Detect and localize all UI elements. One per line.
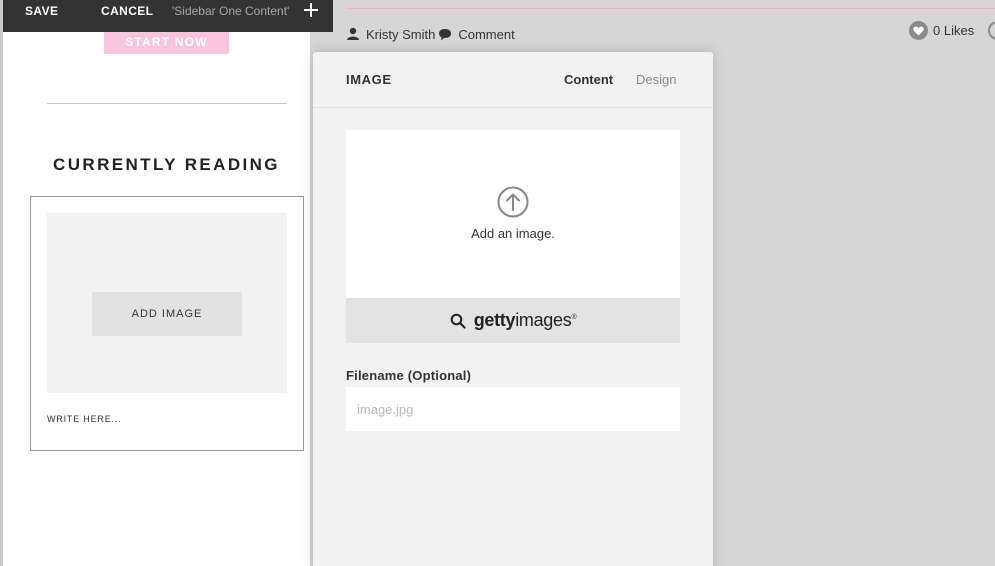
comment-icon xyxy=(439,28,452,40)
toolbar-section-title: 'Sidebar One Content' xyxy=(172,4,290,18)
search-icon xyxy=(450,313,466,329)
save-button[interactable]: SAVE xyxy=(25,4,58,18)
author-name[interactable]: Kristy Smith xyxy=(366,27,435,42)
getty-images-logo: gettyimages® xyxy=(474,310,577,331)
plus-icon[interactable] xyxy=(303,2,319,18)
getty-logo-bold: getty xyxy=(473,310,516,330)
getty-logo-mark: ® xyxy=(571,314,577,321)
add-image-button[interactable]: ADD IMAGE xyxy=(92,292,242,336)
filename-label: Filename (Optional) xyxy=(346,368,472,383)
currently-reading-widget[interactable]: ADD IMAGE WRITE HERE... xyxy=(30,196,304,451)
likes-label: 0 Likes xyxy=(933,23,975,38)
image-placeholder[interactable]: ADD IMAGE xyxy=(47,213,287,393)
image-settings-panel: IMAGE Content Design Add an image. getty… xyxy=(313,52,713,566)
write-here-text[interactable]: WRITE HERE... xyxy=(47,414,121,424)
tab-content[interactable]: Content xyxy=(564,72,613,87)
comment-link[interactable]: Comment xyxy=(458,27,514,42)
panel-title: IMAGE xyxy=(346,72,392,87)
likes-counter[interactable]: 0 Likes xyxy=(909,21,974,40)
upload-arrow-icon xyxy=(497,186,529,218)
tab-design[interactable]: Design xyxy=(636,72,676,87)
add-image-text: Add an image. xyxy=(471,226,555,241)
heart-icon xyxy=(909,21,928,40)
image-drop-zone[interactable]: Add an image. xyxy=(346,130,680,298)
getty-images-button[interactable]: gettyimages® xyxy=(346,298,680,343)
sidebar-column: START NOW CURRENTLY READING ADD IMAGE WR… xyxy=(3,0,310,566)
cancel-button[interactable]: CANCEL xyxy=(101,4,153,18)
currently-reading-heading: CURRENTLY READING xyxy=(53,155,280,174)
panel-header: IMAGE Content Design xyxy=(313,52,713,108)
user-icon xyxy=(347,27,359,40)
edit-toolbar: SAVE CANCEL 'Sidebar One Content' xyxy=(3,0,333,32)
getty-logo-rest: images xyxy=(515,310,572,330)
post-divider xyxy=(346,8,995,9)
filename-field[interactable] xyxy=(346,387,680,431)
post-byline: Kristy Smith Comment xyxy=(346,26,515,42)
sidebar-divider xyxy=(47,103,287,104)
